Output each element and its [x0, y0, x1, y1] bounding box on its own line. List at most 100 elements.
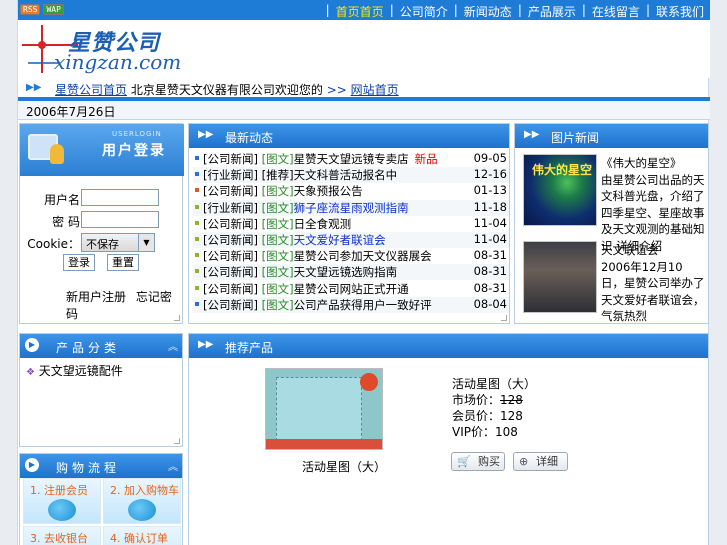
news-item[interactable]: [公司新闻] [图文]天文望远镜选购指南 08-31	[193, 264, 509, 281]
double-arrow-icon: ▶▶	[198, 339, 214, 350]
news-title-link[interactable]: 星赞公司网站正式开通	[294, 282, 409, 296]
news-tag: [图文]	[261, 265, 294, 280]
news-tag: [图文]	[261, 281, 294, 296]
news-title-link[interactable]: 公司产品获得用户一致好评	[294, 298, 432, 312]
bullet-icon	[195, 204, 199, 209]
news-item[interactable]: [公司新闻] [图文]星赞公司网站正式开通 08-31	[193, 281, 509, 297]
nav-item-home[interactable]: 首页首页	[336, 3, 384, 20]
star-book-image[interactable]: 伟大的星空	[523, 154, 597, 226]
bullet-icon	[195, 269, 199, 274]
news-panel: ▶▶ 最新动态 [公司新闻] [图文]星赞天文望远镜专卖店 新品 09-05 [行业新…	[188, 123, 510, 324]
category-item[interactable]: ❖ 天文望远镜配件	[26, 362, 123, 379]
news-category[interactable]: [公司新闻]	[203, 152, 258, 166]
rec-item-2[interactable]: 天文联谊会 2006年12月10日，星赞公司举办了天文爱好者联谊会，气氛热烈	[601, 242, 705, 325]
login-button[interactable]: 登录	[63, 254, 95, 271]
bird-mascot-icon	[48, 499, 76, 521]
collapse-icon[interactable]: ︽	[168, 338, 178, 353]
bullet-icon	[195, 172, 199, 177]
username-input[interactable]	[81, 189, 159, 206]
news-title-link[interactable]: 天文科普活动报名中	[294, 168, 398, 182]
top-bar: RSS WAP | 首页首页 | 公司简介 | 新闻动态 | 产品展示 | 在线…	[18, 0, 710, 20]
news-title-link[interactable]: 星赞天文望远镜专卖店	[294, 152, 409, 166]
buy-button[interactable]: 🛒 购买	[451, 452, 505, 471]
picture-news-title: ▶▶ 图片新闻	[515, 124, 708, 148]
news-date: 08-31	[473, 248, 507, 263]
news-category[interactable]: [公司新闻]	[203, 282, 258, 296]
shopping-steps-panel: ▶ 购物流程 ︽ 1. 注册会员 2. 加入购物车 3. 去收银台 4. 确认订…	[19, 453, 183, 545]
nav-item-contact[interactable]: 联系我们	[656, 3, 704, 20]
news-date: 08-31	[473, 280, 507, 295]
current-date: 2006年7月26日	[26, 105, 116, 119]
news-date: 01-13	[473, 183, 507, 198]
breadcrumb-current[interactable]: 网站首页	[351, 83, 399, 97]
step-confirm[interactable]: 4. 确认订单	[103, 526, 181, 545]
picture-news-panel: ▶▶ 图片新闻 伟大的星空 《伟大的星空》 由星赞公司出品的天文科普光盘，介绍了…	[514, 123, 709, 324]
step-add-cart[interactable]: 2. 加入购物车	[103, 478, 181, 524]
nav-item-guestbook[interactable]: 在线留言	[592, 3, 640, 20]
cookie-label: Cookie：	[27, 237, 80, 251]
news-title-link[interactable]: 星赞公司参加天文仪器展会	[294, 249, 432, 263]
rss-badge[interactable]: RSS	[20, 4, 41, 15]
bullet-icon	[195, 188, 199, 193]
market-price: 128	[500, 393, 523, 407]
news-category[interactable]: [公司新闻]	[203, 233, 258, 247]
double-arrow-icon: ▶▶	[26, 82, 42, 93]
news-title-link[interactable]: 狮子座流星雨观测指南	[294, 201, 409, 215]
login-en-title: USERLOGIN	[112, 130, 162, 138]
news-item[interactable]: [公司新闻] [图文]天象预报公告 01-13	[193, 183, 509, 199]
group-photo-image[interactable]	[523, 241, 597, 313]
nav-item-products[interactable]: 产品展示	[528, 3, 576, 20]
news-category[interactable]: [行业新闻]	[203, 201, 258, 215]
news-panel-title: ▶▶ 最新动态	[189, 124, 509, 148]
news-title-link[interactable]: 天象预报公告	[294, 184, 363, 198]
nav-item-about[interactable]: 公司简介	[400, 3, 448, 20]
page-container: RSS WAP | 首页首页 | 公司简介 | 新闻动态 | 产品展示 | 在线…	[17, 0, 710, 545]
password-input[interactable]	[81, 211, 159, 228]
featured-product-panel: ▶▶ 推荐产品 活动星图（大） 活动星图（大） 市场价：128 会员价：128 …	[188, 333, 709, 545]
collapse-icon[interactable]: ︽	[168, 458, 178, 473]
rec-item-1[interactable]: 《伟大的星空》 由星赞公司出品的天文科普光盘，介绍了四季星空、星座故事及天文观测…	[601, 155, 705, 254]
news-item[interactable]: [公司新闻] [图文]天文爱好者联谊会 11-04	[193, 232, 509, 248]
site-logo[interactable]: 星赞公司 xingzan.com	[20, 23, 190, 77]
news-category[interactable]: [公司新闻]	[203, 184, 258, 198]
wap-badge[interactable]: WAP	[43, 4, 64, 15]
detail-button[interactable]: ⊕ 详细	[513, 452, 568, 471]
news-category[interactable]: [公司新闻]	[203, 249, 258, 263]
register-link[interactable]: 新用户注册	[66, 290, 126, 304]
news-category[interactable]: [公司新闻]	[203, 217, 258, 231]
password-row: 密 码	[20, 210, 184, 230]
news-tag: [图文]	[261, 249, 294, 264]
news-item[interactable]: [公司新闻] [图文]星赞公司参加天文仪器展会 08-31	[193, 248, 509, 264]
news-tag: [图文]	[261, 233, 294, 247]
news-item[interactable]: [公司新闻] [图文]星赞天文望远镜专卖店 新品 09-05	[193, 151, 509, 167]
news-title-link[interactable]: 日全食观测	[294, 217, 352, 231]
product-image[interactable]	[265, 368, 383, 450]
vip-price: 108	[495, 425, 518, 439]
breadcrumb-welcome-text: 北京星赞天文仪器有限公司欢迎您的	[130, 83, 323, 97]
news-category[interactable]: [公司新闻]	[203, 298, 258, 312]
news-category[interactable]: [公司新闻]	[203, 265, 258, 279]
news-title-link[interactable]: 天文爱好者联谊会	[294, 233, 386, 247]
new-badge: 新品	[414, 152, 438, 166]
header: 星赞公司 xingzan.com	[18, 20, 710, 78]
news-item[interactable]: [行业新闻] [图文]狮子座流星雨观测指南 11-18	[193, 199, 509, 216]
cart-icon: 🛒	[457, 455, 471, 468]
product-caption[interactable]: 活动星图（大）	[302, 458, 386, 475]
nav-item-news[interactable]: 新闻动态	[464, 3, 512, 20]
logo-en-text: xingzan.com	[54, 50, 182, 74]
news-item[interactable]: [公司新闻] [图文]日全食观测 11-04	[193, 216, 509, 232]
member-price: 128	[500, 409, 523, 423]
news-title-link[interactable]: 天文望远镜选购指南	[294, 265, 398, 279]
breadcrumb: ▶▶ 星赞公司首页 北京星赞天文仪器有限公司欢迎您的 >> 网站首页	[18, 80, 710, 98]
breadcrumb-home-link[interactable]: 星赞公司首页	[55, 83, 127, 97]
news-item[interactable]: [公司新闻] [图文]公司产品获得用户一致好评 08-04	[193, 296, 509, 313]
step-checkout[interactable]: 3. 去收银台	[23, 526, 101, 545]
magnifier-icon: ⊕	[519, 455, 529, 468]
news-item[interactable]: [行业新闻] [推荐]天文科普活动报名中 12-16	[193, 167, 509, 184]
cookie-select[interactable]: 不保存 ▼	[81, 233, 155, 252]
news-category[interactable]: [行业新闻]	[203, 168, 258, 182]
reset-button[interactable]: 重置	[107, 254, 139, 271]
news-date: 11-18	[473, 199, 507, 214]
step-register[interactable]: 1. 注册会员	[23, 478, 101, 524]
categories-panel: ▶ 产品分类 ︽ ❖ 天文望远镜配件	[19, 333, 183, 447]
